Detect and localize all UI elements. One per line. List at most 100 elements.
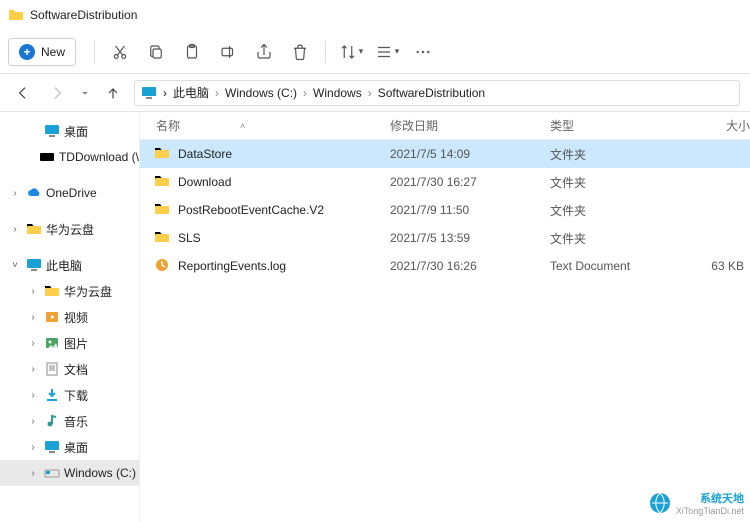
disk-icon — [39, 149, 55, 165]
share-icon[interactable] — [247, 35, 281, 69]
sidebar-item-label: 下载 — [64, 387, 88, 404]
plus-icon: + — [19, 44, 35, 60]
view-icon[interactable]: ▾ — [370, 35, 404, 69]
folder-icon — [154, 173, 170, 192]
sidebar-item[interactable]: › 华为云盘 — [0, 278, 139, 304]
sidebar-item-label: 华为云盘 — [64, 283, 112, 300]
breadcrumb[interactable]: › 此电脑› Windows (C:)› Windows› SoftwareDi… — [134, 80, 740, 106]
sidebar-item-label: 桌面 — [64, 439, 88, 456]
separator — [94, 41, 95, 63]
sidebar-item[interactable]: TDDownload (\ — [0, 144, 139, 170]
table-row[interactable]: DataStore 2021/7/5 14:09 文件夹 — [140, 140, 750, 168]
file-date: 2021/7/5 13:59 — [390, 231, 550, 245]
file-name: Download — [178, 175, 231, 189]
twisty-icon[interactable]: › — [26, 364, 40, 375]
video-icon — [44, 309, 60, 325]
folder-icon — [154, 145, 170, 164]
sidebar-item[interactable]: › 视频 — [0, 304, 139, 330]
file-type: 文件夹 — [550, 174, 690, 191]
back-button[interactable] — [10, 80, 36, 106]
file-type: 文件夹 — [550, 202, 690, 219]
window-folder-icon — [8, 7, 24, 23]
sidebar-item-label: OneDrive — [46, 186, 97, 200]
table-row[interactable]: ReportingEvents.log 2021/7/30 16:26 Text… — [140, 252, 750, 280]
column-headers: 名称˄ 修改日期 类型 大小 — [140, 112, 750, 140]
sidebar-item-label: 文档 — [64, 361, 88, 378]
monitor-icon — [141, 85, 157, 101]
twisty-icon[interactable]: › — [26, 286, 40, 297]
sidebar-item[interactable]: › 音乐 — [0, 408, 139, 434]
file-name: SLS — [178, 231, 201, 245]
table-row[interactable]: SLS 2021/7/5 13:59 文件夹 — [140, 224, 750, 252]
file-name: ReportingEvents.log — [178, 259, 286, 273]
file-size: 63 KB — [690, 259, 750, 273]
column-header-size[interactable]: 大小 — [690, 117, 750, 134]
sidebar-item[interactable]: › 华为云盘 — [0, 216, 139, 242]
more-icon[interactable] — [406, 35, 440, 69]
breadcrumb-item[interactable]: SoftwareDistribution — [378, 86, 485, 100]
table-row[interactable]: Download 2021/7/30 16:27 文件夹 — [140, 168, 750, 196]
twisty-icon[interactable]: › — [26, 442, 40, 453]
twisty-icon[interactable]: › — [26, 416, 40, 427]
music-icon — [44, 413, 60, 429]
sidebar-item[interactable]: › 下载 — [0, 382, 139, 408]
sidebar-item[interactable]: › 桌面 — [0, 434, 139, 460]
toolbar: + New ▾ ▾ — [0, 30, 750, 74]
sort-icon[interactable]: ▾ — [334, 35, 368, 69]
twisty-icon[interactable]: › — [26, 468, 40, 479]
sidebar-item-label: 华为云盘 — [46, 221, 94, 238]
sidebar-item[interactable]: 桌面 — [0, 118, 139, 144]
new-button[interactable]: + New — [8, 38, 76, 66]
window-title: SoftwareDistribution — [30, 8, 137, 22]
folder-icon — [26, 221, 42, 237]
sidebar-item[interactable]: › Windows (C:) — [0, 460, 139, 486]
delete-icon[interactable] — [283, 35, 317, 69]
rows-container: DataStore 2021/7/5 14:09 文件夹 Download 20… — [140, 140, 750, 522]
recent-locations-button[interactable] — [78, 80, 92, 106]
sidebar-item-label: 图片 — [64, 335, 88, 352]
twisty-icon[interactable]: › — [26, 312, 40, 323]
up-button[interactable] — [100, 80, 126, 106]
twisty-icon[interactable]: ˅ — [8, 260, 22, 271]
sidebar-item[interactable]: › OneDrive — [0, 180, 139, 206]
titlebar: SoftwareDistribution — [0, 0, 750, 30]
separator — [325, 41, 326, 63]
breadcrumb-item[interactable]: Windows (C:)› — [225, 86, 307, 100]
twisty-icon[interactable]: › — [8, 224, 22, 235]
sidebar-item-label: Windows (C:) — [64, 466, 136, 480]
column-header-name[interactable]: 名称˄ — [140, 117, 390, 134]
file-name: DataStore — [178, 147, 232, 161]
forward-button[interactable] — [44, 80, 70, 106]
navrow: › 此电脑› Windows (C:)› Windows› SoftwareDi… — [0, 74, 750, 112]
twisty-icon[interactable]: › — [26, 338, 40, 349]
sidebar-item[interactable]: › 文档 — [0, 356, 139, 382]
monitor-icon — [44, 123, 60, 139]
twisty-icon[interactable]: › — [26, 390, 40, 401]
copy-icon[interactable] — [139, 35, 173, 69]
file-date: 2021/7/9 11:50 — [390, 203, 550, 217]
sidebar-item-label: 音乐 — [64, 413, 88, 430]
cut-icon[interactable] — [103, 35, 137, 69]
chevron-right-icon[interactable]: › — [163, 86, 167, 100]
file-list: 名称˄ 修改日期 类型 大小 DataStore 2021/7/5 14:09 … — [140, 112, 750, 522]
file-date: 2021/7/30 16:27 — [390, 175, 550, 189]
document-icon — [44, 361, 60, 377]
sidebar-item-label: TDDownload (\ — [59, 150, 139, 164]
file-type: Text Document — [550, 259, 690, 273]
breadcrumb-item[interactable]: 此电脑› — [173, 84, 219, 101]
sidebar-item[interactable]: ˅ 此电脑 — [0, 252, 139, 278]
file-date: 2021/7/30 16:26 — [390, 259, 550, 273]
table-row[interactable]: PostRebootEventCache.V2 2021/7/9 11:50 文… — [140, 196, 750, 224]
log-icon — [154, 257, 170, 276]
sidebar-item[interactable]: › 图片 — [0, 330, 139, 356]
column-header-date[interactable]: 修改日期 — [390, 117, 550, 134]
download-icon — [44, 387, 60, 403]
rename-icon[interactable] — [211, 35, 245, 69]
breadcrumb-item[interactable]: Windows› — [313, 86, 372, 100]
paste-icon[interactable] — [175, 35, 209, 69]
column-header-type[interactable]: 类型 — [550, 117, 690, 134]
new-button-label: New — [41, 45, 65, 59]
file-type: 文件夹 — [550, 230, 690, 247]
twisty-icon[interactable]: › — [8, 188, 22, 199]
globe-icon — [648, 491, 672, 515]
